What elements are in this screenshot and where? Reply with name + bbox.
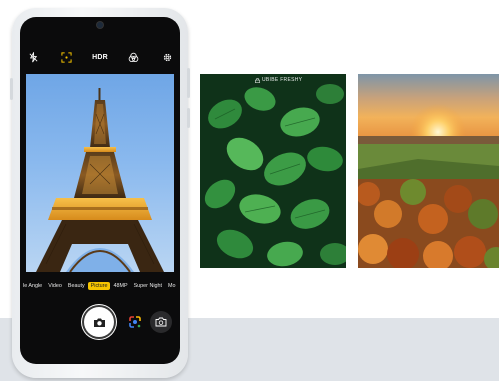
phone-screen: HDR le Angle Video Beauty Picture 48MP S… <box>20 17 180 364</box>
filter-icon[interactable] <box>127 50 141 64</box>
camera-top-bar: HDR <box>26 50 174 64</box>
switch-camera-button[interactable] <box>150 311 172 333</box>
flash-off-icon[interactable] <box>26 50 40 64</box>
watermark-text: UBIBE FRESHY <box>262 77 303 83</box>
hdr-icon[interactable]: HDR <box>92 50 108 64</box>
mode-wide-angle[interactable]: le Angle <box>20 282 45 290</box>
google-lens-icon[interactable] <box>128 315 142 329</box>
front-camera <box>97 22 103 28</box>
focus-frame-icon[interactable] <box>60 50 74 64</box>
camera-icon <box>93 318 105 327</box>
mode-picture[interactable]: Picture <box>87 282 111 290</box>
mint-leaves-image <box>200 74 346 268</box>
photo-mint-leaves: UBIBE FRESHY <box>200 74 346 268</box>
settings-gear-icon[interactable] <box>160 50 174 64</box>
mode-beauty[interactable]: Beauty <box>65 282 88 290</box>
mode-video[interactable]: Video <box>45 282 65 290</box>
eiffel-tower-image <box>36 88 164 272</box>
mode-48mp[interactable]: 48MP <box>110 282 130 290</box>
sunset-forest-image <box>358 74 499 268</box>
photo-watermark: UBIBE FRESHY <box>255 77 302 83</box>
lock-icon <box>255 77 260 83</box>
phone-side-button <box>10 78 13 100</box>
mode-super-night[interactable]: Super Night <box>131 282 165 290</box>
photo-sunset-forest <box>358 74 499 268</box>
phone-device: HDR le Angle Video Beauty Picture 48MP S… <box>10 8 190 378</box>
shutter-button[interactable] <box>84 307 114 337</box>
switch-camera-icon <box>155 317 167 327</box>
phone-side-button <box>187 108 190 128</box>
shutter-row <box>20 307 180 341</box>
phone-side-button <box>187 68 190 98</box>
camera-viewfinder[interactable] <box>26 74 174 272</box>
mode-more[interactable]: Mo <box>165 282 179 290</box>
camera-mode-selector[interactable]: le Angle Video Beauty Picture 48MP Super… <box>20 280 180 292</box>
